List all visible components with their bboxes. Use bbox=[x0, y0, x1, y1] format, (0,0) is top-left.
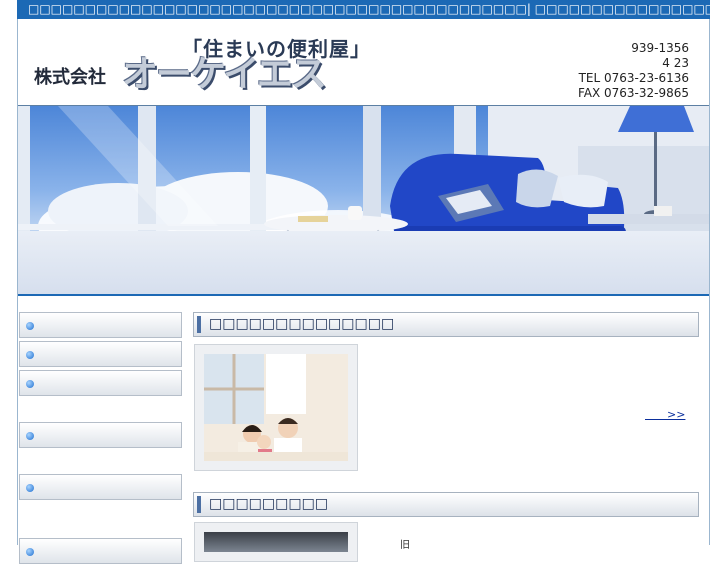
bullet-icon bbox=[26, 351, 34, 359]
site-header: 「住まいの便利屋」 株式会社 オーケイエス 939-1356 4 23 TEL … bbox=[18, 19, 709, 106]
more-link[interactable]: >> bbox=[645, 406, 685, 422]
bullet-icon bbox=[26, 322, 34, 330]
sidebar-item-2[interactable] bbox=[19, 341, 182, 367]
sidebar-item-1[interactable] bbox=[19, 312, 182, 338]
sidebar-item-3[interactable] bbox=[19, 370, 182, 396]
section-2-fragment: 旧 bbox=[400, 540, 410, 551]
sidebar-item-6[interactable] bbox=[19, 538, 182, 564]
bullet-icon bbox=[26, 484, 34, 492]
contact-fax: FAX 0763-32-9865 bbox=[577, 86, 689, 100]
bullet-icon bbox=[26, 548, 34, 556]
logo-company-prefix: 株式会社 bbox=[34, 67, 106, 88]
contact-address: 4 23 bbox=[662, 56, 689, 70]
hero-floor bbox=[18, 231, 709, 294]
contact-postal: 939-1356 bbox=[631, 41, 689, 55]
bullet-icon bbox=[26, 432, 34, 440]
sidebar-item-4[interactable] bbox=[19, 422, 182, 448]
family-photo-art bbox=[204, 354, 348, 461]
contact-info: 939-1356 4 23 TEL 0763-23-6136 FAX 0763-… bbox=[578, 41, 689, 101]
top-banner-text: □□□□□□□□□□□□□□□□□□□□□□□□□□□□□□□□□□□□□□□□… bbox=[17, 0, 710, 19]
section-header-1: □□□□□□□□□□□□□□ bbox=[193, 312, 699, 337]
sidebar-item-5[interactable] bbox=[19, 474, 182, 500]
bullet-icon bbox=[26, 380, 34, 388]
family-photo bbox=[204, 354, 348, 461]
section-2-photo[interactable] bbox=[194, 522, 358, 562]
section-header-2: □□□□□□□□□ bbox=[193, 492, 699, 517]
interior-photo bbox=[204, 532, 348, 552]
logo-company-name[interactable]: オーケイエス bbox=[122, 45, 327, 97]
hero-separator bbox=[18, 294, 709, 296]
section-title: □□□□□□□□□□□□□□ bbox=[209, 316, 395, 332]
contact-tel: TEL 0763-23-6136 bbox=[578, 71, 689, 85]
hero-banner-image bbox=[18, 106, 709, 294]
section-1-photo[interactable] bbox=[194, 344, 358, 471]
section-title: □□□□□□□□□ bbox=[209, 496, 329, 512]
page: □□□□□□□□□□□□□□□□□□□□□□□□□□□□□□□□□□□□□□□□… bbox=[0, 0, 727, 564]
